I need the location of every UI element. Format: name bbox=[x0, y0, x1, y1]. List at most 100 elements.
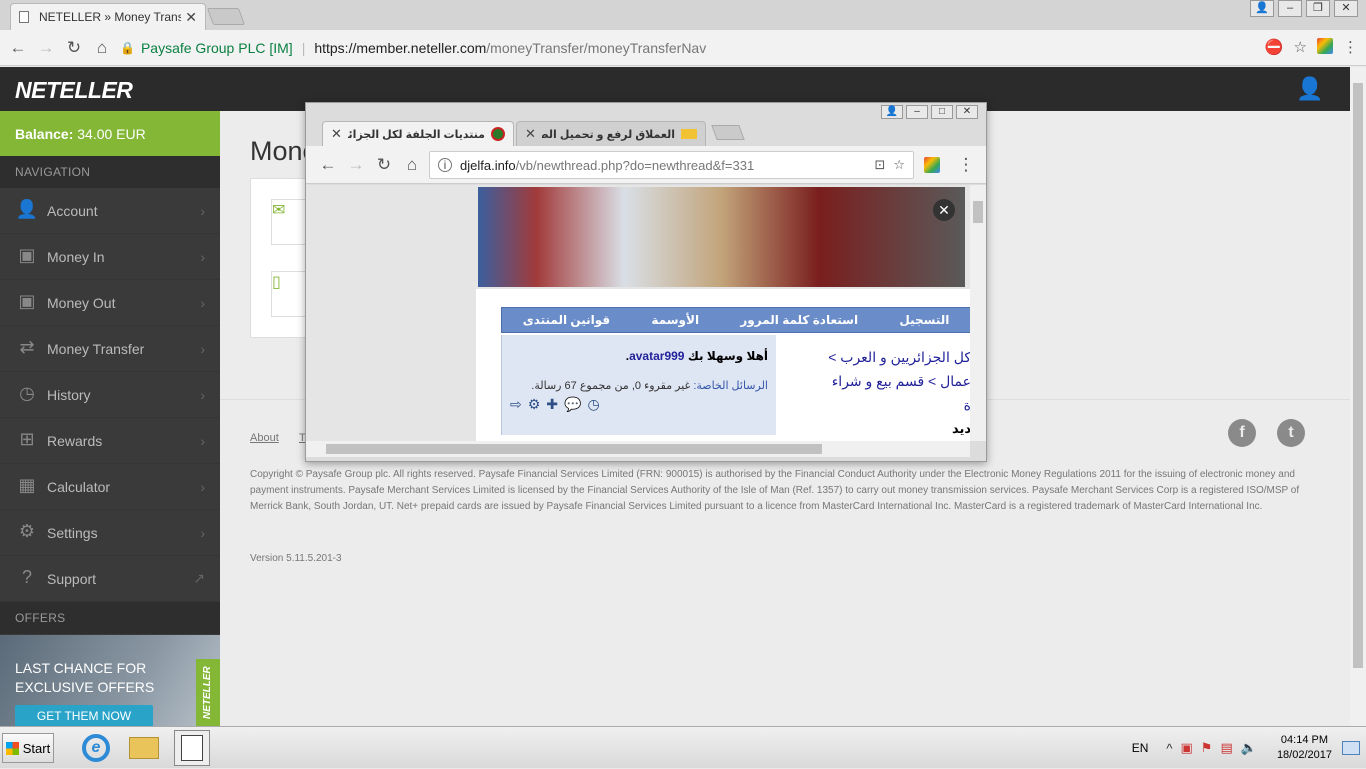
sidebar-item-label: History bbox=[47, 386, 91, 403]
bookmark-star-icon[interactable]: ☆ bbox=[1294, 38, 1307, 56]
logout-icon[interactable]: ⇨ bbox=[510, 396, 522, 413]
sidebar-item-money-transfer[interactable]: ⇄ Money Transfer › bbox=[0, 326, 220, 372]
menu-kebab-icon[interactable]: ⋮ bbox=[952, 155, 980, 175]
user-account-icon[interactable]: 👤 bbox=[1296, 77, 1323, 101]
page-scrollbar[interactable] bbox=[1350, 67, 1366, 726]
home-icon[interactable]: ⌂ bbox=[398, 155, 426, 175]
popup-minimize-button[interactable]: – bbox=[906, 105, 928, 119]
sidebar-item-label: Money In bbox=[47, 248, 105, 265]
sidebar-item-label: Money Transfer bbox=[47, 340, 145, 357]
sidebar-item-money-in[interactable]: ▣ Money In › bbox=[0, 234, 220, 280]
popup-new-tab-button[interactable] bbox=[711, 125, 745, 140]
messages-icon[interactable]: 💬 bbox=[564, 396, 581, 413]
browser-tab-neteller[interactable]: NETELLER » Money Transfer ✕ bbox=[10, 3, 206, 30]
restore-button[interactable]: ❐ bbox=[1306, 0, 1330, 17]
private-messages-link[interactable]: الرسائل الخاصة: bbox=[693, 380, 768, 392]
system-clock[interactable]: 04:14 PM 18/02/2017 bbox=[1277, 733, 1332, 763]
popup-page-content: ✕ التسجيل استعادة كلمة المرور الأوسمة قو… bbox=[306, 185, 970, 441]
sidebar-item-label: Support bbox=[47, 570, 97, 587]
scrollbar-thumb[interactable] bbox=[326, 444, 822, 454]
twitter-icon[interactable]: t bbox=[1277, 419, 1305, 447]
page-scrollbar-thumb[interactable] bbox=[1353, 83, 1363, 668]
chevron-right-icon: › bbox=[200, 248, 205, 265]
forward-arrow-icon[interactable]: → bbox=[342, 155, 370, 175]
network-error-icon[interactable]: ▣ bbox=[1181, 740, 1193, 756]
welcome-prefix: أهلا وسهلا بك bbox=[687, 349, 768, 363]
sidebar-item-money-out[interactable]: ▣ Money Out › bbox=[0, 280, 220, 326]
home-icon[interactable]: ⌂ bbox=[88, 38, 116, 58]
sidebar-item-calculator[interactable]: ▦ Calculator › bbox=[0, 464, 220, 510]
volume-icon[interactable]: 🔈 bbox=[1241, 740, 1257, 756]
popup-address-bar[interactable]: i djelfa.info /vb/newthread.php?do=newth… bbox=[429, 151, 914, 179]
add-friend-icon[interactable]: ✚ bbox=[546, 396, 558, 413]
username-link[interactable]: avatar999 bbox=[629, 349, 684, 363]
minimize-button[interactable]: – bbox=[1278, 0, 1302, 17]
popup-tab-image-host[interactable]: العملاق لرفع و تحميل الصور ✕ bbox=[516, 121, 706, 146]
extension-icon[interactable] bbox=[1317, 38, 1333, 54]
clock-icon[interactable]: ◷ bbox=[587, 396, 599, 413]
close-icon[interactable]: ✕ bbox=[933, 199, 955, 221]
breadcrumb-link[interactable]: ة bbox=[776, 393, 970, 417]
sidebar-item-settings[interactable]: ⚙ Settings › bbox=[0, 510, 220, 556]
gear-icon[interactable]: ⚙ bbox=[528, 396, 541, 413]
popup-close-button[interactable]: ✕ bbox=[956, 105, 978, 119]
nav-register-link[interactable]: التسجيل bbox=[899, 313, 949, 327]
close-icon[interactable]: ✕ bbox=[185, 9, 197, 26]
reload-icon[interactable]: ↻ bbox=[370, 155, 398, 175]
info-icon[interactable]: i bbox=[438, 158, 452, 172]
power-icon[interactable]: ▤ bbox=[1220, 740, 1232, 756]
breadcrumb-link[interactable]: عمال > قسم بيع و شراء bbox=[776, 369, 970, 393]
welcome-text: أهلا وسهلا بك avatar999. bbox=[625, 349, 768, 363]
nav-badges-link[interactable]: الأوسمة bbox=[651, 313, 699, 327]
translate-icon[interactable]: ⊡ bbox=[874, 157, 885, 173]
promo-line-1: LAST CHANCE FOR bbox=[15, 660, 147, 676]
new-tab-button[interactable] bbox=[206, 8, 246, 25]
back-arrow-icon[interactable]: ← bbox=[4, 38, 32, 58]
menu-kebab-icon[interactable]: ⋮ bbox=[1343, 38, 1358, 56]
security-alert-icon[interactable]: ⚑ bbox=[1201, 740, 1213, 756]
popup-tab-djelfa[interactable]: منتديات الجلفة لكل الجزائريين و ✕ bbox=[322, 121, 514, 146]
sidebar-item-history[interactable]: ◷ History › bbox=[0, 372, 220, 418]
nav-forum-rules-link[interactable]: قوانين المنتدى bbox=[523, 313, 610, 327]
start-button[interactable]: Start bbox=[2, 733, 54, 763]
extension-icon[interactable] bbox=[924, 157, 940, 173]
popup-horizontal-scrollbar[interactable] bbox=[306, 441, 970, 457]
sidebar-item-rewards[interactable]: ⊞ Rewards › bbox=[0, 418, 220, 464]
taskbar-internet-explorer[interactable]: e bbox=[78, 730, 114, 766]
sidebar-item-account[interactable]: 👤 Account › bbox=[0, 188, 220, 234]
chevron-up-icon[interactable]: ^ bbox=[1166, 741, 1172, 756]
neteller-logo[interactable]: NETELLER bbox=[15, 77, 133, 104]
bookmark-star-icon[interactable]: ☆ bbox=[893, 157, 905, 173]
balance-value: 34.00 EUR bbox=[77, 126, 146, 142]
taskbar-active-app[interactable] bbox=[174, 730, 210, 766]
show-desktop-button[interactable] bbox=[1342, 741, 1360, 755]
taskbar-file-explorer[interactable] bbox=[126, 730, 162, 766]
forum-navbar: التسجيل استعادة كلمة المرور الأوسمة قوان… bbox=[501, 307, 970, 333]
reload-icon[interactable]: ↻ bbox=[60, 38, 88, 58]
url-path: /vb/newthread.php?do=newthread&f=331 bbox=[515, 157, 755, 173]
nav-recover-password-link[interactable]: استعادة كلمة المرور bbox=[740, 313, 858, 327]
navigation-heading: NAVIGATION bbox=[0, 156, 220, 188]
promo-banner[interactable]: LAST CHANCE FOR EXCLUSIVE OFFERS GET THE… bbox=[0, 635, 220, 726]
close-window-button[interactable]: ✕ bbox=[1334, 0, 1358, 17]
facebook-icon[interactable]: f bbox=[1228, 419, 1256, 447]
get-them-now-button[interactable]: GET THEM NOW bbox=[15, 705, 153, 726]
sidebar-item-support[interactable]: ? Support ↗ bbox=[0, 556, 220, 602]
popup-profile-icon[interactable]: 👤 bbox=[881, 105, 903, 119]
profile-icon[interactable]: 👤 bbox=[1250, 0, 1274, 17]
chevron-right-icon: › bbox=[200, 340, 205, 357]
blocked-content-icon[interactable]: ⛔ bbox=[1265, 38, 1284, 56]
breadcrumb-link[interactable]: كل الجزائريين و العرب > bbox=[776, 345, 970, 369]
address-bar[interactable]: 🔒 Paysafe Group PLC [IM] | https://membe… bbox=[120, 34, 1300, 61]
offers-heading: OFFERS bbox=[0, 602, 220, 634]
forward-arrow-icon[interactable]: → bbox=[32, 38, 60, 58]
footer-link-about[interactable]: About bbox=[250, 432, 279, 444]
close-icon[interactable]: ✕ bbox=[525, 126, 536, 142]
folder-icon bbox=[129, 737, 159, 759]
popup-maximize-button[interactable]: □ bbox=[931, 105, 953, 119]
back-arrow-icon[interactable]: ← bbox=[314, 155, 342, 175]
language-indicator[interactable]: EN bbox=[1132, 741, 1149, 755]
popup-vertical-scrollbar[interactable] bbox=[970, 185, 986, 441]
scrollbar-thumb[interactable] bbox=[973, 201, 983, 223]
close-icon[interactable]: ✕ bbox=[331, 126, 342, 142]
